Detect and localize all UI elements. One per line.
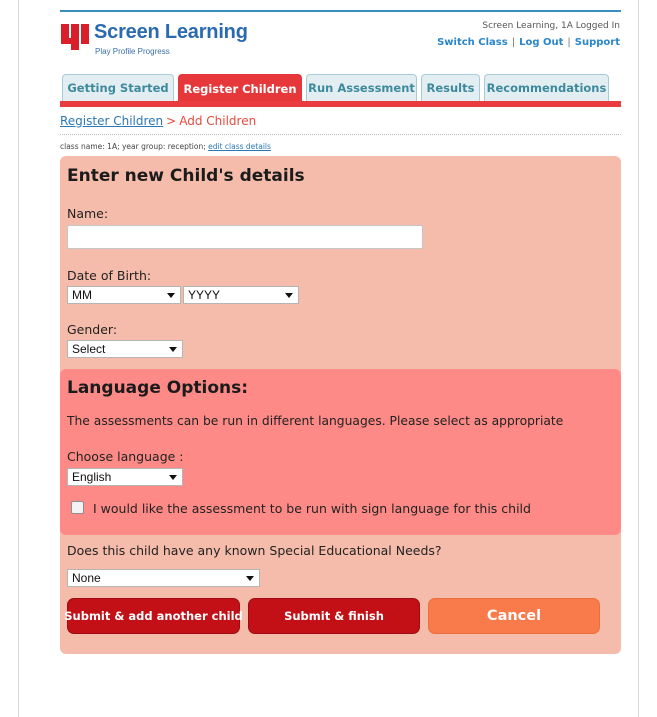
gender-value: Select <box>72 342 106 356</box>
tab-getting-started[interactable]: Getting Started <box>62 74 174 101</box>
child-details-heading: Enter new Child's details <box>67 166 305 186</box>
login-status: Screen Learning, 1A Logged In <box>482 21 620 31</box>
screen-learning-logo-icon <box>61 24 91 50</box>
switch-class-link[interactable]: Switch Class <box>437 37 508 48</box>
tab-run-assessment[interactable]: Run Assessment <box>306 74 417 101</box>
chevron-down-icon <box>285 293 293 298</box>
support-link[interactable]: Support <box>575 37 620 48</box>
chevron-down-icon <box>167 293 175 298</box>
link-separator: | <box>511 37 516 48</box>
tab-register-children[interactable]: Register Children <box>178 74 302 102</box>
special-needs-value: None <box>72 571 101 585</box>
breadcrumb-current: Add Children <box>179 114 257 128</box>
name-label: Name: <box>67 206 109 221</box>
language-value: English <box>72 470 112 484</box>
breadcrumb-divider <box>60 134 621 135</box>
edit-class-details-link[interactable]: edit class details <box>208 142 271 151</box>
link-separator: | <box>567 37 571 48</box>
sign-language-label: I would like the assessment to be run wi… <box>93 501 531 516</box>
breadcrumb: Register Children > Add Children <box>60 114 256 128</box>
dob-year-value: YYYY <box>188 288 221 302</box>
tab-results[interactable]: Results <box>421 74 480 101</box>
date-of-birth-label: Date of Birth: <box>67 268 152 283</box>
choose-language-label: Choose language : <box>67 449 184 464</box>
logo-title: Screen Learning <box>94 21 248 43</box>
chevron-down-icon <box>246 576 254 581</box>
special-needs-select[interactable]: None <box>67 569 260 587</box>
tab-underline-bar <box>60 101 621 107</box>
chevron-down-icon <box>169 347 177 352</box>
language-description: The assessments can be run in different … <box>67 414 564 428</box>
dob-year-select[interactable]: YYYY <box>183 286 299 304</box>
special-needs-question: Does this child have any known Special E… <box>67 543 442 558</box>
sign-language-checkbox[interactable] <box>71 501 84 514</box>
submit-and-finish-button[interactable]: Submit & finish <box>248 598 420 634</box>
logo-tagline: Play Profile Progress <box>95 47 170 56</box>
class-info: class name: 1A; year group: reception; e… <box>60 142 271 151</box>
submit-and-add-another-button[interactable]: Submit & add another child <box>64 598 243 634</box>
breadcrumb-separator: > <box>166 114 177 128</box>
name-input[interactable] <box>67 225 423 249</box>
gender-label: Gender: <box>67 322 118 337</box>
cancel-button[interactable]: Cancel <box>428 598 600 634</box>
log-out-link[interactable]: Log Out <box>519 37 563 48</box>
header-top-rule <box>60 10 621 12</box>
header-links: Switch Class | Log Out | Support <box>437 37 620 48</box>
tab-recommendations[interactable]: Recommendations <box>484 74 609 101</box>
language-select[interactable]: English <box>67 468 183 486</box>
dob-month-value: MM <box>72 288 92 302</box>
gender-select[interactable]: Select <box>67 340 183 358</box>
language-options-heading: Language Options: <box>67 378 249 398</box>
chevron-down-icon <box>169 475 177 480</box>
page-frame-left-border <box>18 0 19 717</box>
page-frame-right-border <box>638 0 639 717</box>
dob-month-select[interactable]: MM <box>67 286 181 304</box>
class-info-text: class name: 1A; year group: reception; <box>60 142 206 151</box>
breadcrumb-register-children-link[interactable]: Register Children <box>60 114 163 128</box>
